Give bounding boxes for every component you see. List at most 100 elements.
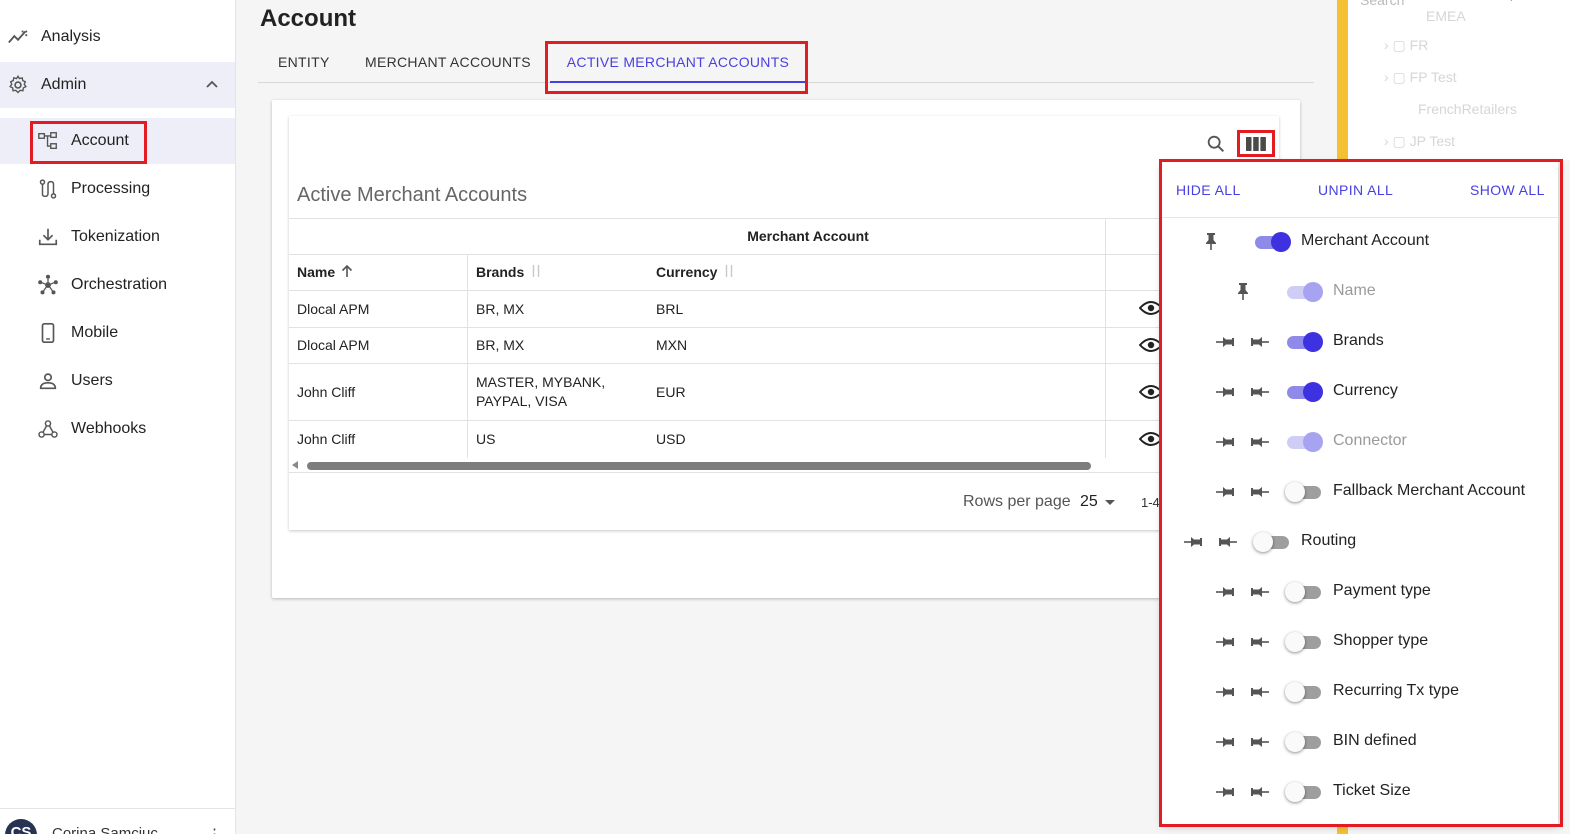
sidebar-item-account[interactable]: Account [0,118,235,164]
pin-icon[interactable] [1203,232,1223,250]
visibility-toggle[interactable] [1285,582,1323,602]
column-option-row: Brands [1162,322,1558,362]
column-option-row: Merchant Account [1162,222,1558,262]
tree-item[interactable]: › ▢ FP Test [1384,69,1457,86]
pin-icon[interactable] [1235,282,1255,300]
rows-per-page-select[interactable]: 25 [1080,493,1098,511]
route-icon [37,178,59,200]
column-header-name[interactable]: Name [297,254,353,290]
column-option-row: BIN defined [1162,722,1558,762]
pin-left-icon[interactable] [1216,584,1236,600]
tree-item[interactable]: › ▢ JP Test [1384,133,1455,150]
pin-left-icon[interactable] [1216,634,1236,650]
column-option-label: Merchant Account [1301,232,1430,249]
columns-popover: HIDE ALL UNPIN ALL SHOW ALL Merchant Acc… [1162,162,1558,824]
horizontal-scrollbar[interactable] [307,462,1091,470]
visibility-toggle[interactable] [1285,482,1323,502]
sidebar-item-users[interactable]: Users [0,358,235,404]
visibility-toggle[interactable] [1285,782,1323,802]
account-tree-icon [37,130,59,152]
unpin-all-button[interactable]: UNPIN ALL [1318,182,1393,198]
scroll-left-arrow-icon[interactable] [292,461,298,469]
pin-right-icon[interactable] [1249,384,1269,400]
pin-right-icon[interactable] [1249,684,1269,700]
sort-icon[interactable] [530,264,542,281]
user-profile[interactable]: CS Corina Samciuc ⋮ [0,808,235,834]
pin-right-icon[interactable] [1217,534,1237,550]
sidebar-item-tokenization[interactable]: Tokenization [0,214,235,260]
sidebar-item-admin[interactable]: Admin [0,62,235,108]
pin-left-icon[interactable] [1216,684,1236,700]
column-option-label: Connector [1333,432,1407,449]
eye-icon[interactable] [1138,431,1164,447]
download-icon [37,226,59,248]
pin-left-icon[interactable] [1216,434,1236,450]
pin-left-icon[interactable] [1216,334,1236,350]
pin-left-icon[interactable] [1216,784,1236,800]
column-header-brands[interactable]: Brands [476,254,542,290]
sidebar-item-webhooks[interactable]: Webhooks [0,406,235,452]
column-option-label: Fallback Merchant Account [1333,482,1526,499]
tab-entity[interactable]: ENTITY [278,40,330,83]
column-option-row: Shopper type [1162,622,1558,662]
chevron-up-icon[interactable] [205,77,219,96]
arrow-up-icon[interactable] [341,264,353,281]
column-header-label: Name [297,264,336,280]
eye-icon[interactable] [1138,337,1164,353]
visibility-toggle [1287,432,1323,452]
hub-icon [37,274,59,296]
tree-item[interactable]: EMEA [1426,8,1466,24]
column-option-row: Name [1162,272,1558,312]
sidebar-item-mobile[interactable]: Mobile [0,310,235,356]
sidebar-item-label: Users [71,372,113,389]
sidebar-item-processing[interactable]: Processing [0,166,235,212]
visibility-toggle[interactable] [1287,332,1323,352]
pin-left-icon[interactable] [1216,384,1236,400]
pin-left-icon[interactable] [1216,484,1236,500]
sidebar-item-label: Analysis [41,28,101,45]
tree-item[interactable]: FrenchRetailers [1418,101,1517,117]
visibility-toggle[interactable] [1255,232,1291,252]
pin-right-icon[interactable] [1249,634,1269,650]
person-icon [37,370,59,392]
visibility-toggle[interactable] [1285,632,1323,652]
visibility-toggle[interactable] [1285,682,1323,702]
show-all-button[interactable]: SHOW ALL [1470,182,1545,198]
pin-right-icon[interactable] [1249,584,1269,600]
search-icon[interactable] [1496,0,1516,6]
column-option-row: Connector [1162,422,1558,462]
tree-search-input[interactable]: Search [1360,0,1404,8]
pin-right-icon[interactable] [1249,784,1269,800]
table-title: Active Merchant Accounts [297,184,528,206]
visibility-toggle[interactable] [1253,532,1291,552]
eye-icon[interactable] [1138,300,1164,316]
hide-all-button[interactable]: HIDE ALL [1176,182,1241,198]
pin-left-icon[interactable] [1216,734,1236,750]
user-name: Corina Samciuc [52,825,158,834]
column-header-currency[interactable]: Currency [656,254,735,290]
tree-item[interactable]: › ▢ FR [1384,37,1428,54]
pin-right-icon[interactable] [1249,334,1269,350]
visibility-toggle[interactable] [1285,732,1323,752]
sort-icon[interactable] [723,264,735,281]
webhook-icon [37,418,59,440]
sidebar-item-analysis[interactable]: Analysis [0,14,235,60]
column-header-label: Brands [476,264,525,280]
pin-right-icon[interactable] [1249,734,1269,750]
phone-icon [37,322,59,344]
pin-right-icon[interactable] [1249,484,1269,500]
visibility-toggle[interactable] [1287,382,1323,402]
tab-active-merchant-accounts[interactable]: ACTIVE MERCHANT ACCOUNTS [550,40,806,83]
columns-actions: HIDE ALL UNPIN ALL SHOW ALL [1162,162,1558,218]
eye-icon[interactable] [1138,384,1164,400]
table-cell-brands: MASTER, MYBANK, PAYPAL, VISA [476,373,606,409]
sidebar-item-orchestration[interactable]: Orchestration [0,262,235,308]
pin-right-icon[interactable] [1249,434,1269,450]
pin-left-icon[interactable] [1184,534,1204,550]
column-option-label: Routing [1301,532,1357,549]
search-icon[interactable] [1205,133,1227,155]
tab-merchant-accounts[interactable]: MERCHANT ACCOUNTS [365,40,531,83]
arrow-drop-down-icon[interactable] [1105,500,1115,505]
view-columns-icon[interactable] [1242,134,1270,154]
more-vert-icon[interactable]: ⋮ [207,825,222,834]
